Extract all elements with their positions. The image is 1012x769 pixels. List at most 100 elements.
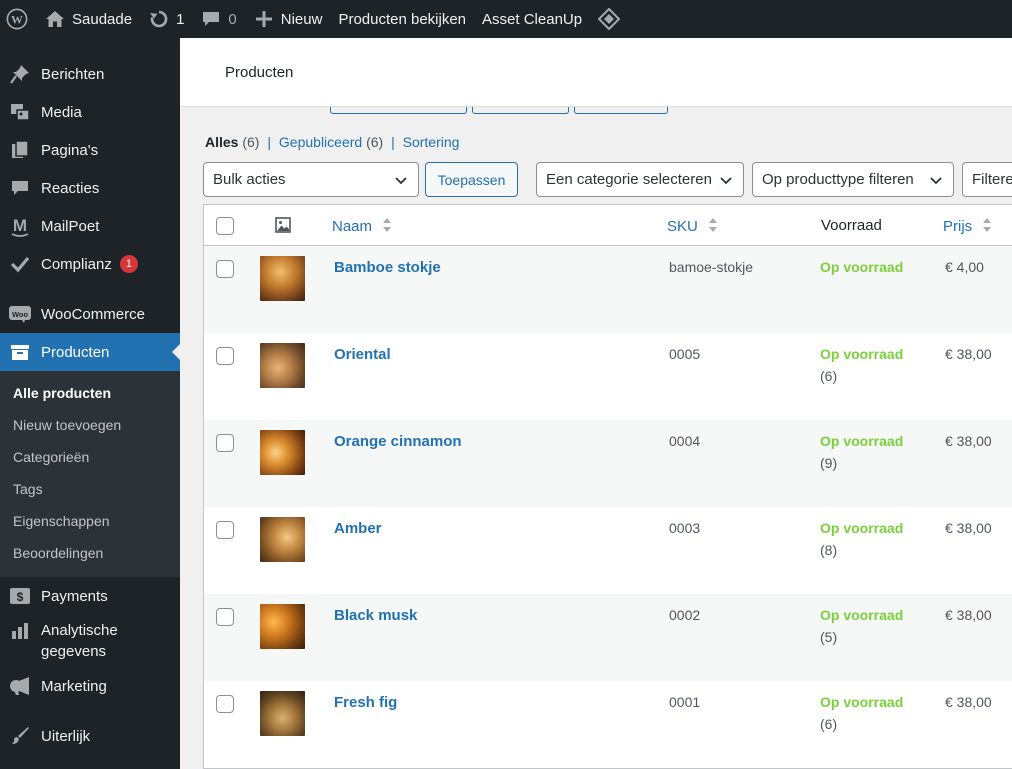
- submenu-add-new[interactable]: Nieuw toevoegen: [0, 409, 180, 441]
- stock-status: Op voorraad: [820, 259, 904, 275]
- menu-separator: [0, 283, 180, 295]
- stock-count: (5): [820, 629, 838, 645]
- row-checkbox[interactable]: [216, 347, 234, 365]
- product-price: € 38,00: [945, 346, 992, 362]
- category-select[interactable]: Een categorie selecteren: [536, 162, 744, 197]
- plugin-diamond-button[interactable]: [590, 0, 634, 38]
- product-thumbnail[interactable]: [260, 343, 305, 388]
- menu-label: Analytische gegevens: [41, 622, 118, 660]
- stock-status: Op voorraad: [820, 433, 904, 449]
- site-name: Saudade: [72, 10, 133, 28]
- row-checkbox[interactable]: [216, 521, 234, 539]
- apply-button[interactable]: Toepassen: [425, 162, 518, 197]
- table-row: Oriental 0005 Op voorraad (6) € 38,00: [204, 333, 1012, 420]
- product-price: € 38,00: [945, 694, 992, 710]
- product-name-link[interactable]: Oriental: [334, 346, 391, 363]
- table-header: Naam SKU Voorraad Prijs: [204, 205, 1012, 246]
- product-thumbnail[interactable]: [260, 691, 305, 736]
- product-thumbnail[interactable]: [260, 256, 305, 301]
- wordpress-logo-button[interactable]: W: [0, 0, 36, 38]
- submenu-tags[interactable]: Tags: [0, 473, 180, 505]
- product-thumbnail[interactable]: [260, 430, 305, 475]
- menu-item-analytics[interactable]: Analytische gegevens: [0, 615, 180, 667]
- site-name-link[interactable]: Saudade: [36, 0, 140, 38]
- product-thumbnail[interactable]: [260, 604, 305, 649]
- menu-item-media[interactable]: Media: [0, 93, 180, 131]
- filter-separator: |: [267, 134, 272, 150]
- stock-status-select[interactable]: Filtere: [962, 162, 1012, 197]
- view-products-link[interactable]: Producten bekijken: [330, 0, 474, 38]
- submenu-attributes[interactable]: Eigenschappen: [0, 505, 180, 537]
- product-name-link[interactable]: Bamboe stokje: [334, 259, 441, 276]
- column-price[interactable]: Prijs: [943, 217, 992, 237]
- menu-label: Complianz: [41, 255, 112, 273]
- plus-icon: [253, 8, 275, 30]
- menu-item-payments[interactable]: $ Payments: [0, 577, 180, 615]
- column-sku-label: SKU: [667, 217, 698, 235]
- column-name-label: Naam: [332, 217, 373, 235]
- stock-count: (8): [820, 542, 838, 558]
- submenu-all-products[interactable]: Alle producten: [0, 377, 180, 409]
- stock-status: Op voorraad: [820, 607, 904, 623]
- product-sku: 0005: [669, 346, 701, 362]
- woocommerce-header: Producten: [180, 38, 1012, 106]
- pushpin-icon: [9, 63, 31, 85]
- submenu-categories[interactable]: Categorieën: [0, 441, 180, 473]
- table-row: Bamboe stokje bamoe-stokje Op voorraad €…: [204, 246, 1012, 333]
- filter-published[interactable]: Gepubliceerd: [279, 134, 362, 150]
- view-products-label: Producten bekijken: [338, 10, 467, 28]
- new-content-link[interactable]: Nieuw: [245, 0, 331, 38]
- select-all-checkbox[interactable]: [216, 217, 234, 235]
- comments-link[interactable]: 0: [192, 0, 244, 38]
- row-checkbox[interactable]: [216, 434, 234, 452]
- menu-item-woocommerce[interactable]: Woo WooCommerce: [0, 295, 180, 333]
- menu-item-marketing[interactable]: Marketing: [0, 667, 180, 705]
- product-type-value: Op producttype filteren: [762, 171, 914, 188]
- column-price-label: Prijs: [943, 217, 973, 235]
- column-name[interactable]: Naam: [332, 217, 392, 237]
- updates-link[interactable]: 1: [140, 0, 192, 38]
- bulk-actions-value: Bulk acties: [213, 171, 286, 188]
- product-name-link[interactable]: Black musk: [334, 607, 417, 624]
- megaphone-icon: [9, 675, 31, 697]
- sort-icon: [382, 217, 392, 237]
- stock-count: (6): [820, 716, 838, 732]
- bulk-actions-select[interactable]: Bulk acties: [203, 162, 419, 197]
- row-checkbox[interactable]: [216, 260, 234, 278]
- product-price: € 38,00: [945, 433, 992, 449]
- menu-item-products[interactable]: Producten: [0, 333, 180, 371]
- column-sku[interactable]: SKU: [667, 217, 718, 237]
- row-checkbox[interactable]: [216, 608, 234, 626]
- product-name-link[interactable]: Amber: [334, 520, 382, 537]
- menu-label: MailPoet: [41, 217, 100, 235]
- menu-item-appearance[interactable]: Uiterlijk: [0, 717, 180, 755]
- product-sku: 0002: [669, 607, 701, 623]
- media-icon: [9, 101, 31, 123]
- product-name-link[interactable]: Orange cinnamon: [334, 433, 462, 450]
- sort-icon: [708, 217, 718, 237]
- product-thumbnail[interactable]: [260, 517, 305, 562]
- menu-label: Producten: [41, 343, 110, 361]
- stock-status: Op voorraad: [820, 694, 904, 710]
- comment-bubble-icon: [200, 8, 222, 30]
- filter-all-count: (6): [242, 134, 260, 150]
- menu-item-mailpoet[interactable]: M MailPoet: [0, 207, 180, 245]
- image-column-icon: [275, 217, 291, 236]
- chevron-down-icon: [719, 173, 733, 191]
- product-sku: 0001: [669, 694, 701, 710]
- submenu-reviews[interactable]: Beoordelingen: [0, 537, 180, 569]
- menu-item-comments[interactable]: Reacties: [0, 169, 180, 207]
- filter-separator: |: [391, 134, 395, 150]
- row-checkbox[interactable]: [216, 695, 234, 713]
- table-row: Fresh fig 0001 Op voorraad (6) € 38,00: [204, 681, 1012, 768]
- status-filter-links: Alles (6) | Gepubliceerd (6) | Sortering: [205, 134, 459, 150]
- product-type-select[interactable]: Op producttype filteren: [752, 162, 954, 197]
- product-name-link[interactable]: Fresh fig: [334, 694, 397, 711]
- filter-all[interactable]: Alles: [205, 134, 238, 150]
- menu-item-complianz[interactable]: Complianz 1: [0, 245, 180, 283]
- filter-sorting[interactable]: Sortering: [403, 134, 460, 150]
- menu-item-pages[interactable]: Pagina's: [0, 131, 180, 169]
- menu-label: Uiterlijk: [41, 727, 91, 745]
- menu-item-posts[interactable]: Berichten: [0, 55, 180, 93]
- asset-cleanup-link[interactable]: Asset CleanUp: [474, 0, 590, 38]
